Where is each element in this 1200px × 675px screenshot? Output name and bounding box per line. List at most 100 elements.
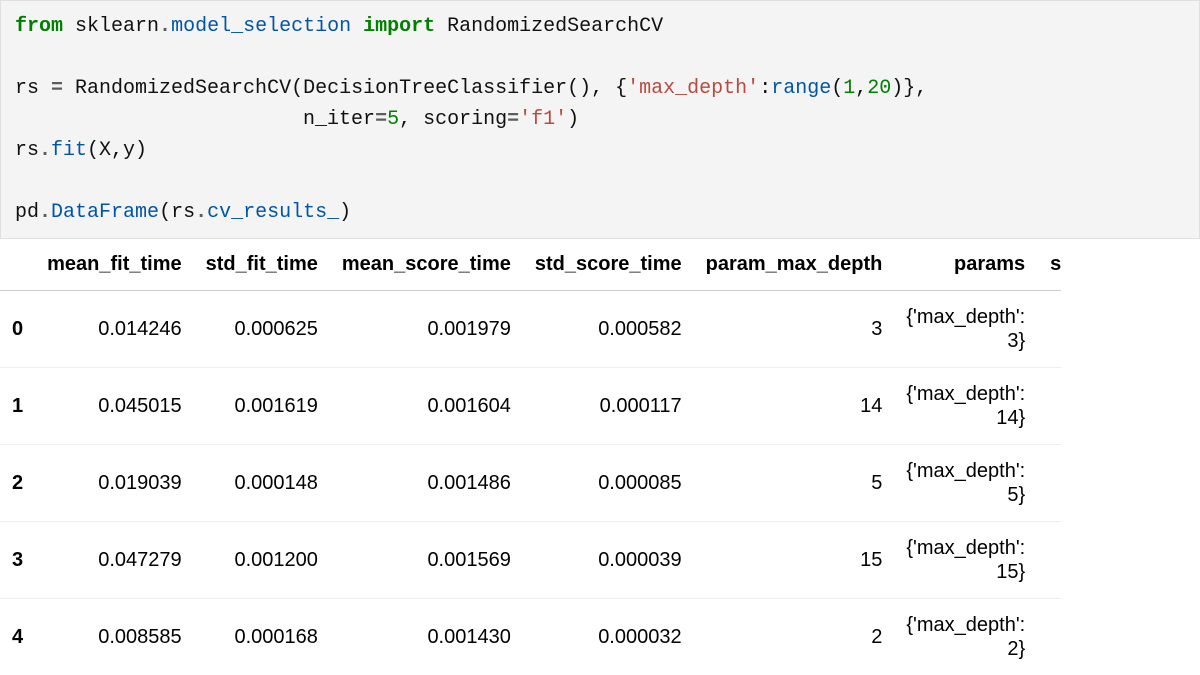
cell-std-score-time: 0.000039: [523, 522, 694, 599]
cell-param-max-depth: 3: [694, 291, 895, 368]
row-index: 4: [0, 599, 35, 675]
cell-truncated: [1037, 291, 1061, 368]
paren-rs: (rs: [159, 201, 195, 224]
cell-params: {'max_depth':2}: [894, 599, 1037, 675]
params-line1: {'max_depth':: [906, 305, 1025, 329]
params-line1: {'max_depth':: [906, 459, 1025, 483]
class-randomizedsearchcv: RandomizedSearchCV: [447, 15, 663, 38]
index-header: [0, 239, 35, 291]
close: )},: [891, 77, 927, 100]
paren: (: [291, 77, 303, 100]
keyword-import: import: [363, 15, 435, 38]
cell-params: {'max_depth':5}: [894, 445, 1037, 522]
comma: ,: [855, 77, 867, 100]
colon: :: [759, 77, 771, 100]
call-randomizedsearchcv: RandomizedSearchCV: [75, 77, 291, 100]
col-mean-fit-time: mean_fit_time: [35, 239, 194, 291]
cell-std-fit-time: 0.000625: [194, 291, 330, 368]
cell-std-score-time: 0.000032: [523, 599, 694, 675]
col-std-fit-time: std_fit_time: [194, 239, 330, 291]
cell-mean-score-time: 0.001430: [330, 599, 523, 675]
cell-truncated: [1037, 368, 1061, 445]
cell-std-fit-time: 0.001619: [194, 368, 330, 445]
cell-truncated: [1037, 522, 1061, 599]
cell-truncated: [1037, 599, 1061, 675]
cell-param-max-depth: 14: [694, 368, 895, 445]
cell-std-score-time: 0.000582: [523, 291, 694, 368]
table-row: 2 0.019039 0.000148 0.001486 0.000085 5 …: [0, 445, 1061, 522]
col-mean-score-time: mean_score_time: [330, 239, 523, 291]
cell-std-fit-time: 0.000148: [194, 445, 330, 522]
method-fit: fit: [51, 139, 87, 162]
dot: .: [195, 201, 207, 224]
string-f1: 'f1': [519, 108, 567, 131]
dot: .: [39, 201, 51, 224]
module-sklearn: sklearn: [75, 15, 159, 38]
cell-std-fit-time: 0.001200: [194, 522, 330, 599]
cell-mean-fit-time: 0.019039: [35, 445, 194, 522]
fit-args: (X,y): [87, 139, 147, 162]
table-row: 3 0.047279 0.001200 0.001569 0.000039 15…: [0, 522, 1061, 599]
equals: =: [507, 108, 519, 131]
equals: =: [39, 77, 75, 100]
dataframe-output: mean_fit_time std_fit_time mean_score_ti…: [0, 239, 1200, 675]
cell-params: {'max_depth':3}: [894, 291, 1037, 368]
row-index: 3: [0, 522, 35, 599]
col-params: params: [894, 239, 1037, 291]
module-model-selection: model_selection: [171, 15, 351, 38]
table-row: 1 0.045015 0.001619 0.001604 0.000117 14…: [0, 368, 1061, 445]
table-header-row: mean_fit_time std_fit_time mean_score_ti…: [0, 239, 1061, 291]
cell-std-score-time: 0.000085: [523, 445, 694, 522]
cell-param-max-depth: 15: [694, 522, 895, 599]
cell-mean-fit-time: 0.045015: [35, 368, 194, 445]
attr-cv-results: cv_results_: [207, 201, 339, 224]
module-pd: pd: [15, 201, 39, 224]
dot: .: [39, 139, 51, 162]
dot: .: [159, 15, 171, 38]
params-line2: 14}: [906, 406, 1025, 430]
number-one: 1: [843, 77, 855, 100]
params-line2: 15}: [906, 560, 1025, 584]
cell-std-fit-time: 0.000168: [194, 599, 330, 675]
params-line2: 5}: [906, 483, 1025, 507]
params-line1: {'max_depth':: [906, 613, 1025, 637]
col-std-score-time: std_score_time: [523, 239, 694, 291]
cell-mean-score-time: 0.001604: [330, 368, 523, 445]
cell-mean-score-time: 0.001569: [330, 522, 523, 599]
cell-truncated: [1037, 445, 1061, 522]
cell-params: {'max_depth':15}: [894, 522, 1037, 599]
call-decisiontreeclassifier: DecisionTreeClassifier: [303, 77, 567, 100]
kwarg-niter: n_iter: [303, 108, 375, 131]
args: (), {: [567, 77, 627, 100]
var-rs: rs: [15, 77, 39, 100]
paren: (: [831, 77, 843, 100]
params-line2: 3}: [906, 329, 1025, 353]
params-line1: {'max_depth':: [906, 382, 1025, 406]
cell-param-max-depth: 2: [694, 599, 895, 675]
cell-mean-score-time: 0.001486: [330, 445, 523, 522]
number-five: 5: [387, 108, 399, 131]
close-paren: ): [567, 108, 579, 131]
cell-param-max-depth: 5: [694, 445, 895, 522]
row-index: 0: [0, 291, 35, 368]
dataframe-table: mean_fit_time std_fit_time mean_score_ti…: [0, 239, 1061, 675]
equals: =: [375, 108, 387, 131]
table-row: 0 0.014246 0.000625 0.001979 0.000582 3 …: [0, 291, 1061, 368]
cell-mean-fit-time: 0.014246: [35, 291, 194, 368]
col-truncated: s: [1037, 239, 1061, 291]
var-rs: rs: [15, 139, 39, 162]
number-twenty: 20: [867, 77, 891, 100]
col-param-max-depth: param_max_depth: [694, 239, 895, 291]
keyword-from: from: [15, 15, 63, 38]
params-line1: {'max_depth':: [906, 536, 1025, 560]
cell-std-score-time: 0.000117: [523, 368, 694, 445]
code-cell: from sklearn.model_selection import Rand…: [0, 0, 1200, 239]
cell-mean-fit-time: 0.047279: [35, 522, 194, 599]
indent: [15, 108, 303, 131]
cell-mean-fit-time: 0.008585: [35, 599, 194, 675]
kwarg-scoring: , scoring: [399, 108, 507, 131]
cell-mean-score-time: 0.001979: [330, 291, 523, 368]
params-line2: 2}: [906, 637, 1025, 661]
call-range: range: [771, 77, 831, 100]
cell-params: {'max_depth':14}: [894, 368, 1037, 445]
